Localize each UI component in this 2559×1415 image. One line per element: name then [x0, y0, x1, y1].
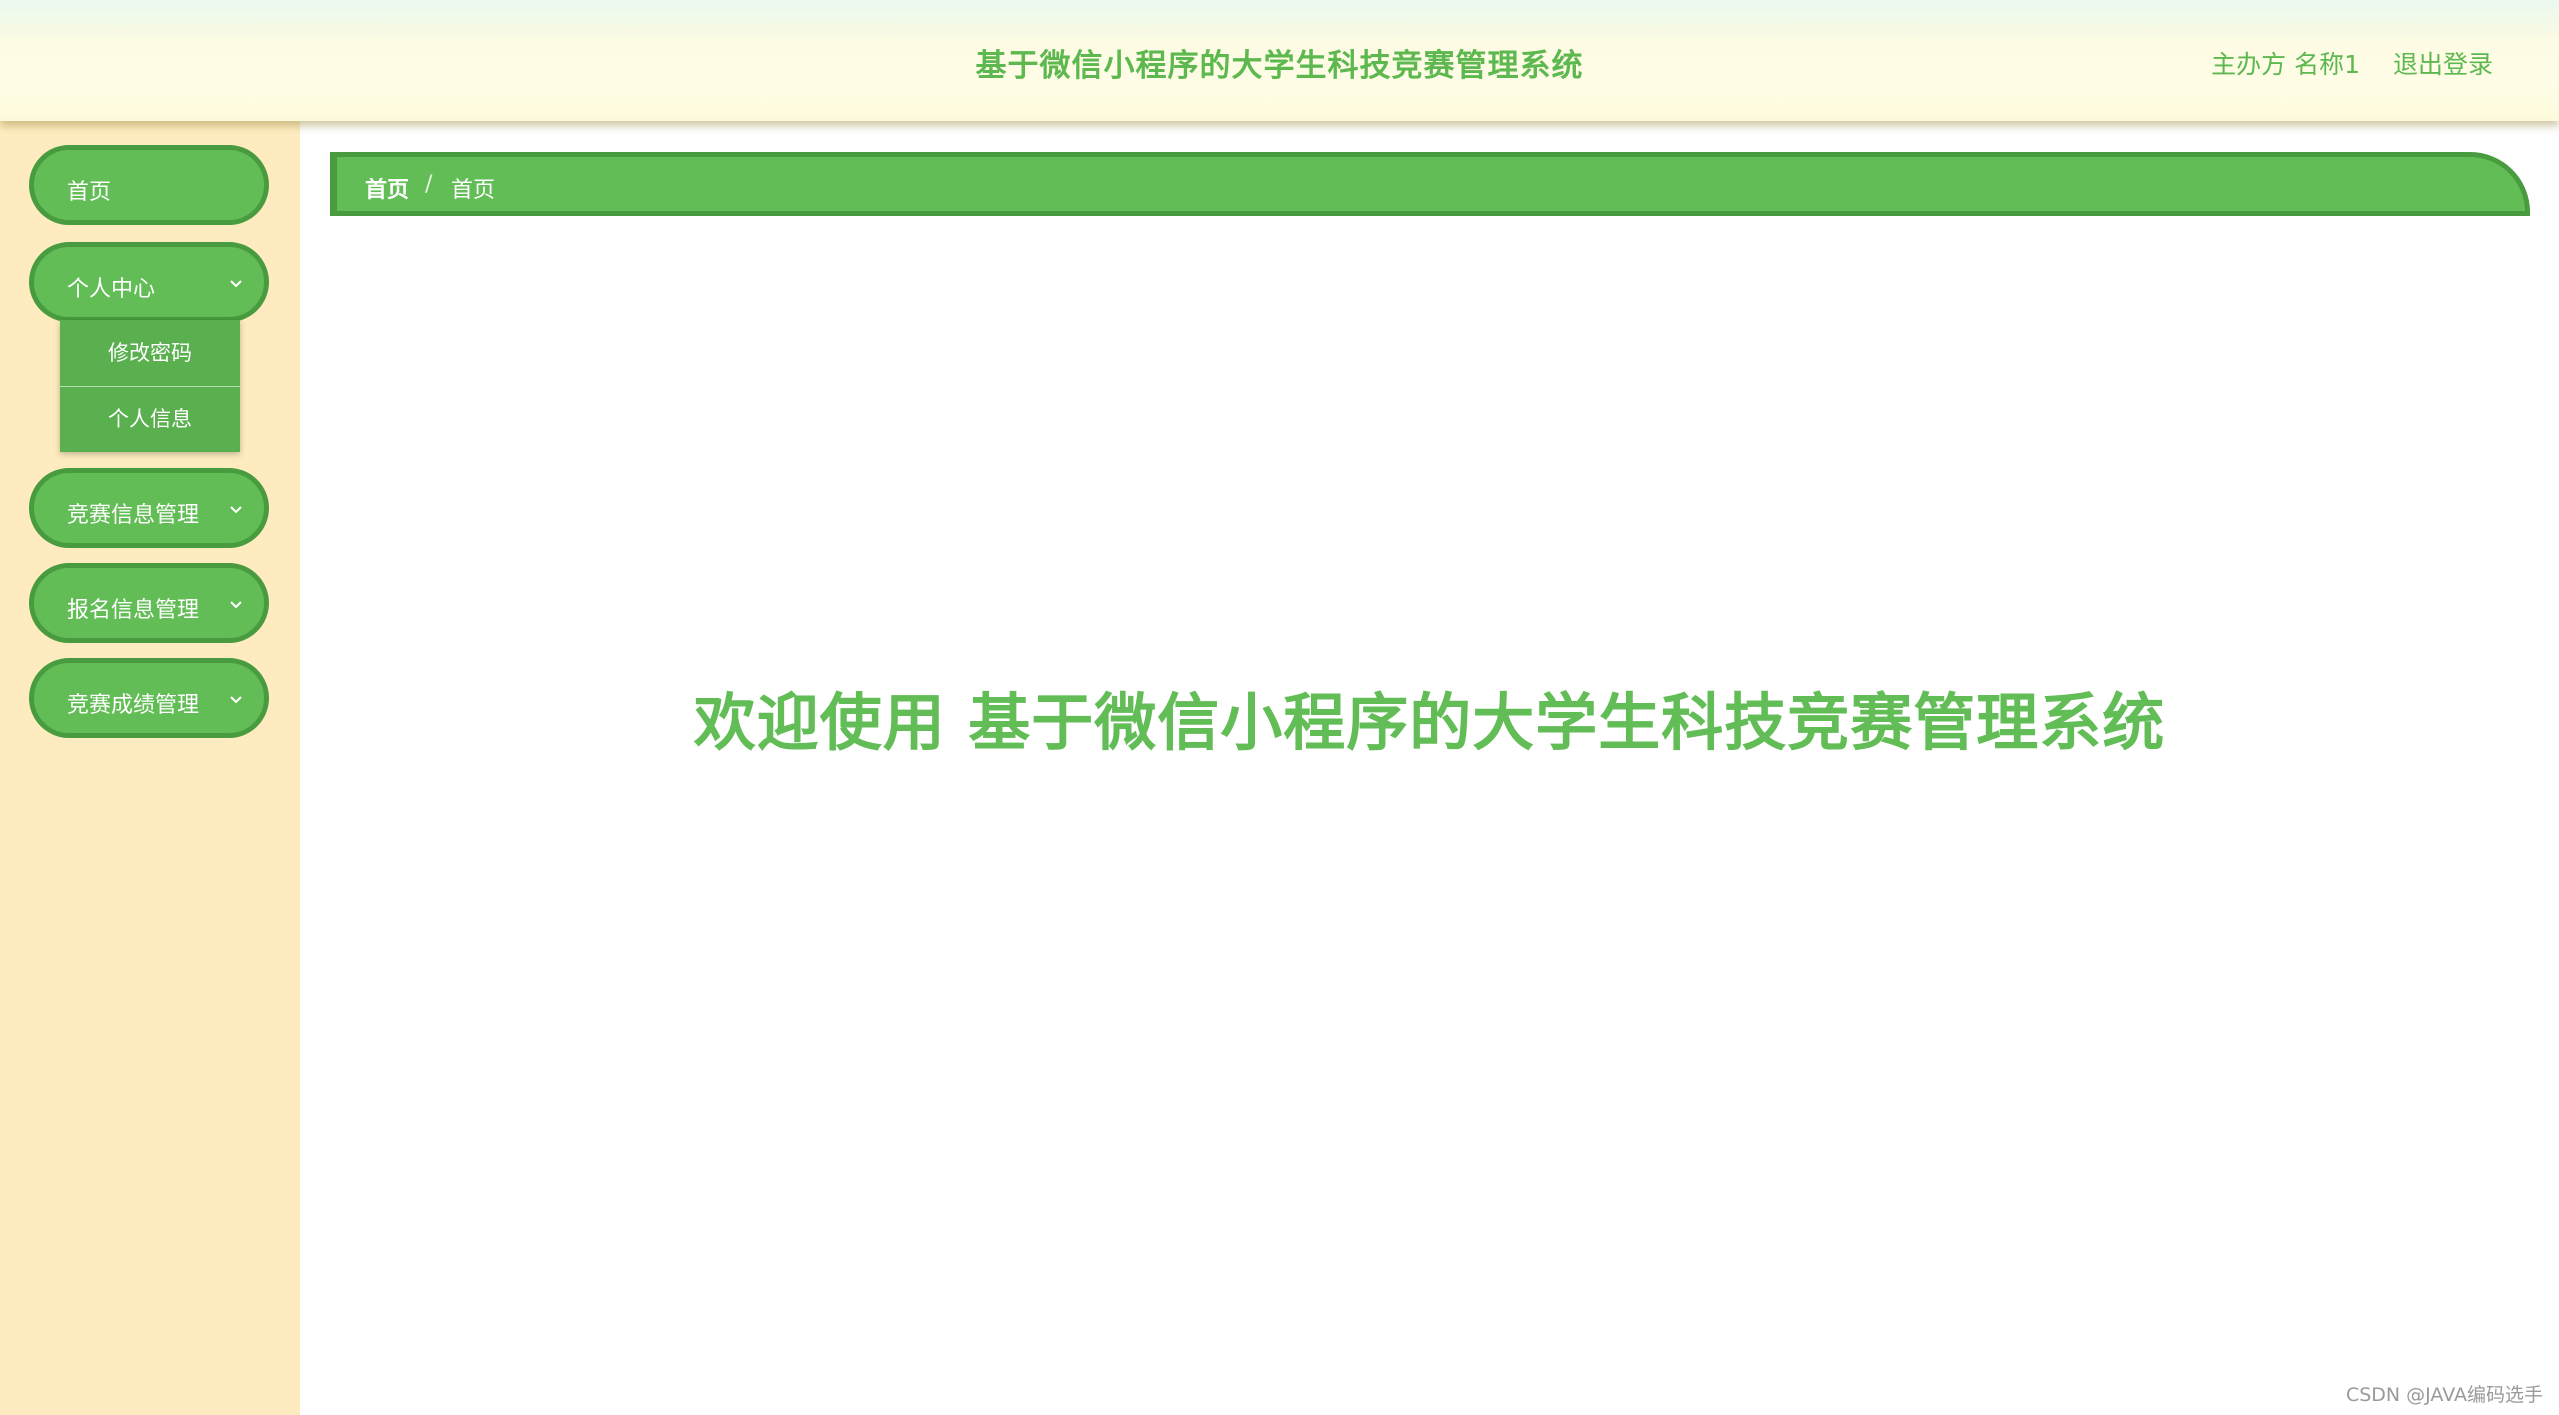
app-title: 基于微信小程序的大学生科技竞赛管理系统 [975, 48, 1584, 84]
chevron-down-icon [230, 280, 242, 288]
sidebar: 首页 个人中心 修改密码 个人信息 竞赛信息管理 报名信息管理 竞赛成绩管理 [0, 121, 300, 1415]
sidebar-item-competition-info[interactable]: 竞赛信息管理 [29, 468, 269, 548]
chevron-down-icon [230, 601, 242, 609]
submenu-item-profile[interactable]: 个人信息 [60, 386, 240, 452]
breadcrumb-current: 首页 [451, 178, 496, 203]
logout-button[interactable]: 退出登录 [2393, 45, 2493, 81]
submenu-item-change-password[interactable]: 修改密码 [60, 320, 240, 386]
sidebar-item-label: 个人中心 [67, 277, 156, 302]
chevron-down-icon [230, 506, 242, 514]
sidebar-item-personal-center[interactable]: 个人中心 [29, 242, 269, 322]
submenu-personal-center: 修改密码 个人信息 [60, 320, 240, 452]
breadcrumb: 首页 / 首页 [330, 152, 2530, 216]
breadcrumb-home-link[interactable]: 首页 [365, 172, 409, 204]
sidebar-item-label: 竞赛成绩管理 [67, 693, 200, 718]
welcome-heading: 欢迎使用 基于微信小程序的大学生科技竞赛管理系统 [693, 686, 2166, 759]
user-name: 主办方 名称1 [2211, 50, 2360, 79]
watermark: CSDN @JAVA编码选手 [2345, 1384, 2543, 1406]
breadcrumb-separator: / [425, 172, 433, 197]
sidebar-item-label: 竞赛信息管理 [67, 503, 200, 528]
sidebar-item-label: 报名信息管理 [67, 598, 200, 623]
sidebar-item-competition-scores[interactable]: 竞赛成绩管理 [29, 658, 269, 738]
sidebar-item-home[interactable]: 首页 [29, 145, 269, 225]
sidebar-item-label: 首页 [67, 180, 112, 205]
chevron-down-icon [230, 696, 242, 704]
top-header: 基于微信小程序的大学生科技竞赛管理系统 主办方 名称1 退出登录 [0, 0, 2559, 121]
sidebar-item-registration-info[interactable]: 报名信息管理 [29, 563, 269, 643]
